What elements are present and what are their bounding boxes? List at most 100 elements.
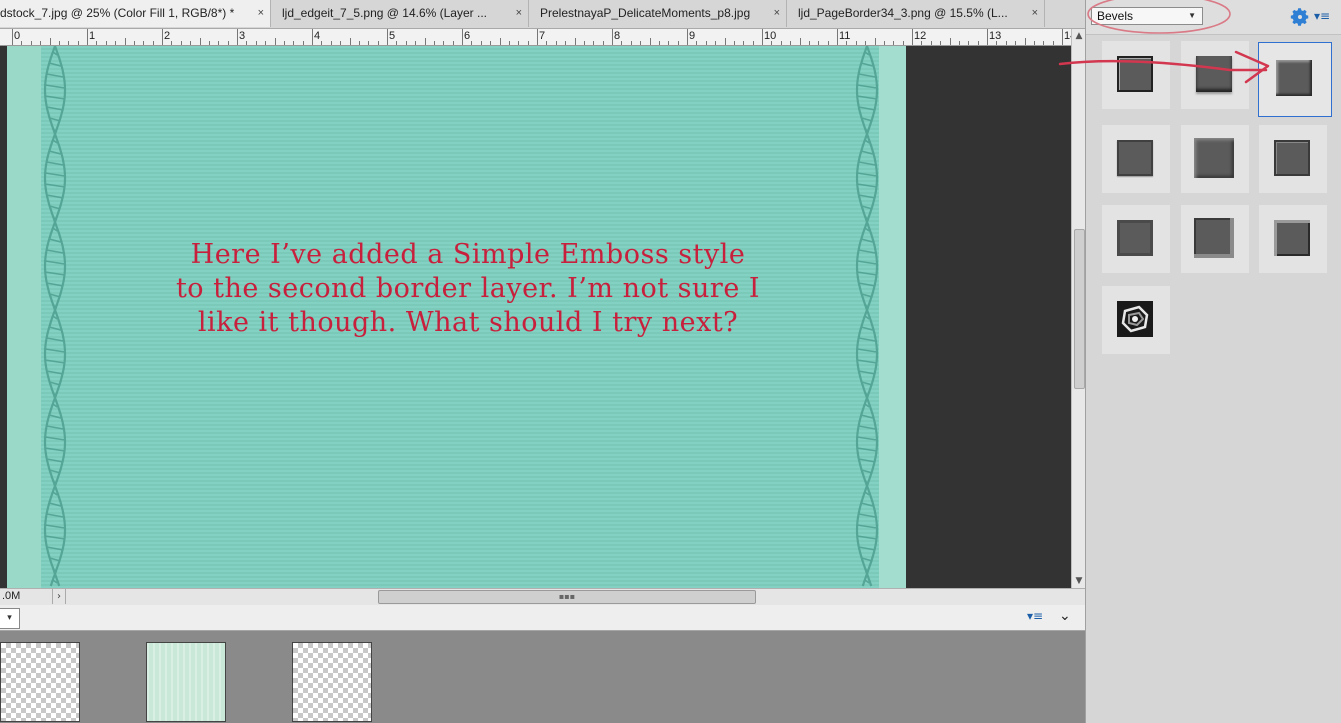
bevel-style-swatch[interactable] [1181,205,1249,273]
ruler-tick [649,38,651,45]
annotation-oval [1087,0,1231,34]
ruler-tick [555,41,557,45]
tab-edgeit[interactable]: ljd_edgeit_7_5.png @ 14.6% (Layer ... × [272,0,529,27]
ruler-tick [508,41,510,45]
tab-close-icon[interactable]: × [1032,0,1038,27]
ruler-tick [387,29,388,45]
ruler-tick [874,38,876,45]
canvas-area[interactable]: Here I’ve added a Simple Emboss style to… [0,46,1071,588]
vertical-scroll-thumb[interactable] [1074,229,1085,389]
status-expand-icon[interactable]: › [52,589,66,604]
ruler-tick [865,41,867,45]
status-bar: .0M › ▪▪▪ [0,588,1085,606]
ruler-tick [302,41,304,45]
effects-panel-header: Bevels ▼ ▾≡ [1086,0,1341,35]
vertical-scrollbar[interactable]: ▲ ▼ [1071,29,1086,588]
ruler-tick [883,41,885,45]
horizontal-scroll-thumb[interactable]: ▪▪▪ [378,590,756,604]
tab-close-icon[interactable]: × [258,0,264,27]
tab-page-border[interactable]: ljd_PageBorder34_3.png @ 15.5% (L... × [788,0,1045,27]
ruler-number: 3 [239,30,246,42]
ruler-tick [921,41,923,45]
ruler-tick [490,41,492,45]
layer-thumbnail[interactable] [0,642,80,722]
ruler-number: 7 [539,30,546,42]
scroll-up-icon[interactable]: ▲ [1072,29,1086,43]
ruler-tick [987,29,988,45]
tab-label: ljd_PageBorder34_3.png @ 15.5% (L... [798,6,1008,20]
ruler-tick [780,41,782,45]
ruler-tick [124,38,126,45]
ruler-tick [293,41,295,45]
panel-menu-icon[interactable]: ▾≡ [1027,609,1043,623]
ruler-tick [565,41,567,45]
ruler-tick [58,41,60,45]
text-line: Here I’ve added a Simple Emboss style [190,239,746,270]
bevel-style-swatch[interactable] [1259,125,1327,193]
tab-delicate-moments[interactable]: PrelestnayaP_DelicateMoments_p8.jpg × [530,0,787,27]
ruler-tick [930,41,932,45]
layer-thumbnail[interactable] [292,642,372,722]
bevel-style-swatch[interactable] [1102,125,1170,193]
ruler-number: 14 [1064,30,1071,42]
ruler-tick [424,38,426,45]
ruler-tick [208,41,210,45]
gear-icon[interactable] [1289,6,1311,28]
ruler-tick [30,41,32,45]
tab-cardstock[interactable]: dstock_7.jpg @ 25% (Color Fill 1, RGB/8*… [0,0,271,27]
bevel-style-swatch[interactable] [1102,286,1170,354]
ruler-tick [1015,41,1017,45]
tab-label: ljd_edgeit_7_5.png @ 14.6% (Layer ... [282,6,487,20]
ruler-tick [846,41,848,45]
ruler-tick [630,41,632,45]
ruler-tick [771,41,773,45]
ruler-number: 1 [89,30,96,42]
ruler-tick [199,38,201,45]
ruler-tick [537,29,538,45]
layer-thumbnail[interactable] [146,642,226,722]
ruler-tick [12,29,13,45]
bevel-style-swatch[interactable] [1259,205,1327,273]
effects-panel: Bevels ▼ ▾≡ [1085,0,1341,723]
bevel-style-swatch[interactable] [1102,41,1170,109]
ruler-tick [77,41,79,45]
scroll-down-icon[interactable]: ▼ [1072,574,1086,588]
ruler-tick [180,41,182,45]
ruler-number: 8 [614,30,621,42]
layers-dropdown[interactable]: ▾ [0,608,20,629]
ruler-tick [443,41,445,45]
bevel-style-swatch[interactable] [1181,125,1249,193]
ruler-number: 0 [14,30,21,42]
ruler-tick [799,38,801,45]
document-canvas[interactable]: Here I’ve added a Simple Emboss style to… [7,46,906,588]
ruler-tick [640,41,642,45]
ruler-tick [452,41,454,45]
bevel-style-swatch[interactable] [1181,41,1249,109]
ruler-number: 5 [389,30,396,42]
bevel-style-swatch-selected[interactable] [1258,42,1332,117]
ruler-tick [1052,41,1054,45]
chevron-down-icon[interactable]: ⌄ [1059,608,1071,624]
text-line: like it though. What should I try next? [197,307,739,338]
ruler-tick [762,29,763,45]
right-border-layer [855,46,906,588]
ruler-tick [115,41,117,45]
panel-menu-icon[interactable]: ▾≡ [1314,9,1330,23]
document-text: Here I’ve added a Simple Emboss style to… [157,238,779,340]
chrome-bevel-icon [1117,301,1153,337]
ruler-tick [68,41,70,45]
ruler-tick [499,38,501,45]
ruler-tick [574,38,576,45]
tab-close-icon[interactable]: × [774,0,780,27]
ruler-tick [912,29,913,45]
ruler-tick [1033,41,1035,45]
ruler-tick [377,41,379,45]
ruler-number: 6 [464,30,471,42]
ruler-tick [340,41,342,45]
ruler-tick [808,41,810,45]
ruler-tick [330,41,332,45]
bevel-style-swatch[interactable] [1102,205,1170,273]
tab-close-icon[interactable]: × [516,0,522,27]
ruler-tick [827,41,829,45]
ruler-tick [358,41,360,45]
